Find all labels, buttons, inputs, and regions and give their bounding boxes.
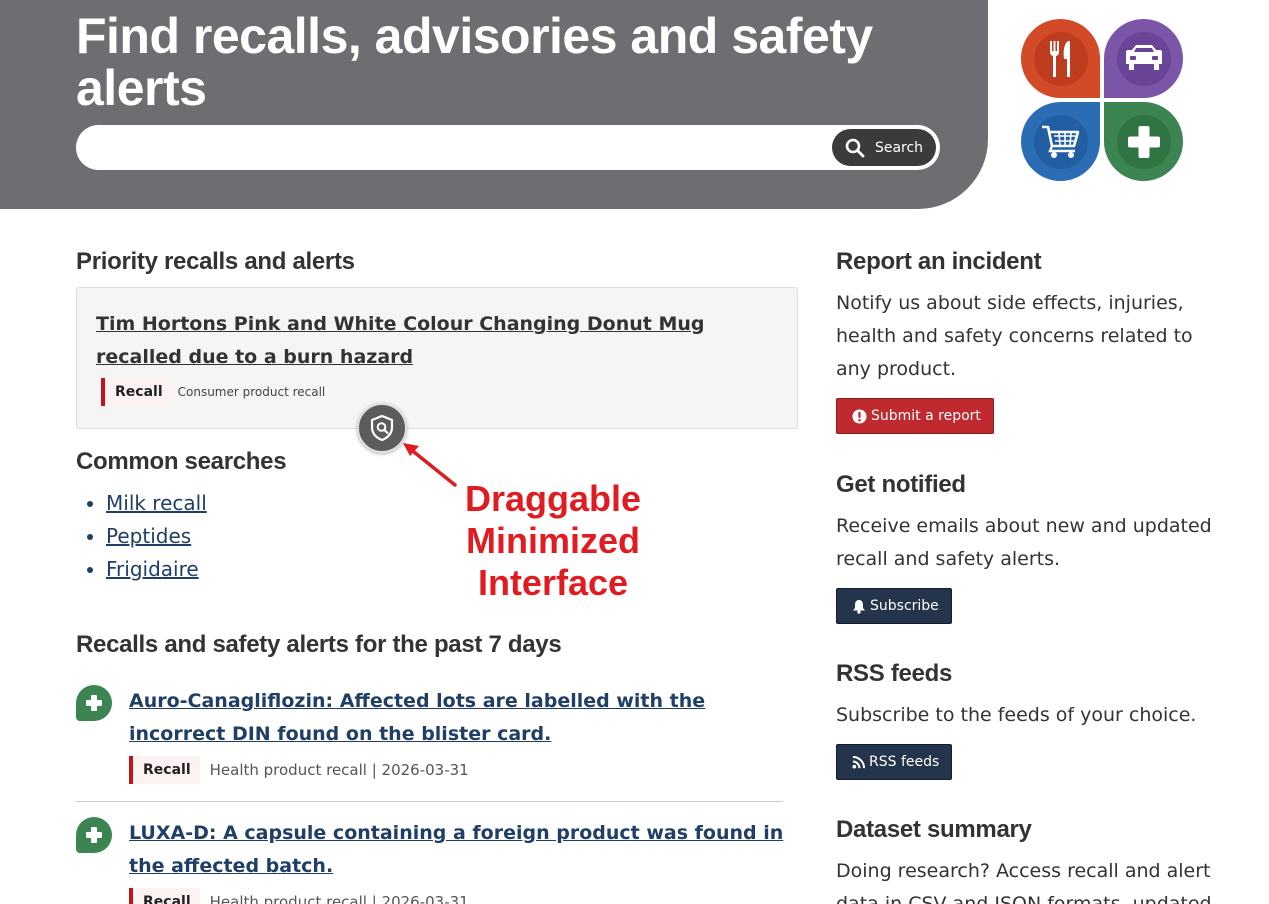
- subscribe-label: Subscribe: [870, 598, 939, 614]
- priority-heading: Priority recalls and alerts: [76, 248, 355, 275]
- common-search-link[interactable]: Peptides: [106, 524, 191, 548]
- recent-item-link[interactable]: Auro-Canagliflozin: Affected lots are la…: [129, 685, 789, 751]
- rss-feeds-label: RSS feeds: [869, 754, 940, 770]
- recent-item-link[interactable]: LUXA-D: A capsule containing a foreign p…: [129, 817, 789, 883]
- common-search-link[interactable]: Milk recall: [106, 491, 207, 515]
- rss-heading: RSS feeds: [836, 660, 953, 687]
- recall-meta: Health product recall | 2026-03-31: [209, 761, 469, 779]
- report-heading: Report an incident: [836, 248, 1042, 275]
- recall-meta: Health product recall | 2026-03-31: [209, 893, 469, 904]
- bell-icon: [853, 599, 865, 614]
- fork-knife-icon: [1049, 40, 1070, 77]
- recall-tag: Recall: [129, 888, 200, 904]
- exclamation-circle-icon: [852, 408, 867, 424]
- rss-feeds-button[interactable]: RSS feeds: [836, 744, 953, 780]
- rss-text: Subscribe to the feeds of your choice.: [836, 704, 1197, 726]
- annotation-label: Draggable Minimized Interface: [464, 478, 642, 603]
- shield-search-icon: [370, 414, 394, 442]
- notified-heading: Get notified: [836, 471, 966, 498]
- health-product-icon: [76, 817, 112, 853]
- recall-tag: Recall: [101, 378, 172, 406]
- dataset-heading: Dataset summary: [836, 816, 1032, 843]
- plus-icon: [86, 695, 102, 711]
- recent-item: LUXA-D: A capsule containing a foreign p…: [76, 817, 784, 904]
- divider: [76, 801, 783, 802]
- health-product-icon: [76, 685, 112, 721]
- category-vehicle-button[interactable]: [1104, 19, 1183, 98]
- search-button-label: Search: [874, 139, 924, 156]
- category-health-button[interactable]: [1104, 102, 1183, 181]
- common-searches-heading: Common searches: [76, 448, 287, 475]
- search-button[interactable]: Search: [832, 129, 936, 166]
- common-search-link[interactable]: Frigidaire: [106, 557, 199, 581]
- list-item: Peptides: [106, 520, 207, 553]
- page-title: Find recalls, advisories and safety aler…: [76, 8, 873, 116]
- category-food-button[interactable]: [1021, 19, 1100, 98]
- recall-tag: Recall: [129, 756, 200, 784]
- recent-heading: Recalls and safety alerts for the past 7…: [76, 631, 562, 658]
- dataset-text: Doing research? Access recall and alert …: [836, 860, 1212, 904]
- plus-icon: [86, 827, 102, 843]
- hero-banner: Find recalls, advisories and safety aler…: [0, 0, 988, 209]
- recent-tag-row: Recall Health product recall | 2026-03-3…: [129, 888, 469, 904]
- list-item: Frigidaire: [106, 553, 207, 586]
- priority-alert-link[interactable]: Tim Hortons Pink and White Colour Changi…: [96, 308, 776, 374]
- recall-type: Consumer product recall: [177, 385, 326, 399]
- search-bar: Search: [76, 125, 940, 170]
- notified-text: Receive emails about new and updated rec…: [836, 515, 1212, 570]
- recent-item: Auro-Canagliflozin: Affected lots are la…: [76, 685, 784, 785]
- search-icon: [845, 138, 865, 157]
- category-consumer-button[interactable]: [1021, 102, 1100, 181]
- search-input[interactable]: [94, 133, 814, 162]
- car-icon: [1125, 44, 1162, 70]
- subscribe-button[interactable]: Subscribe: [836, 588, 952, 624]
- list-item: Milk recall: [106, 487, 207, 520]
- priority-tag-row: Recall Consumer product recall: [101, 378, 325, 406]
- recent-tag-row: Recall Health product recall | 2026-03-3…: [129, 756, 469, 784]
- report-text: Notify us about side effects, injuries, …: [836, 292, 1193, 380]
- submit-report-button[interactable]: Submit a report: [836, 398, 994, 434]
- rss-icon: [852, 755, 865, 769]
- submit-report-label: Submit a report: [871, 408, 981, 424]
- common-searches-list: Milk recall Peptides Frigidaire: [106, 487, 207, 586]
- priority-alert-card: Tim Hortons Pink and White Colour Changi…: [76, 287, 798, 429]
- plus-icon: [1127, 125, 1160, 158]
- shopping-cart-icon: [1041, 125, 1079, 158]
